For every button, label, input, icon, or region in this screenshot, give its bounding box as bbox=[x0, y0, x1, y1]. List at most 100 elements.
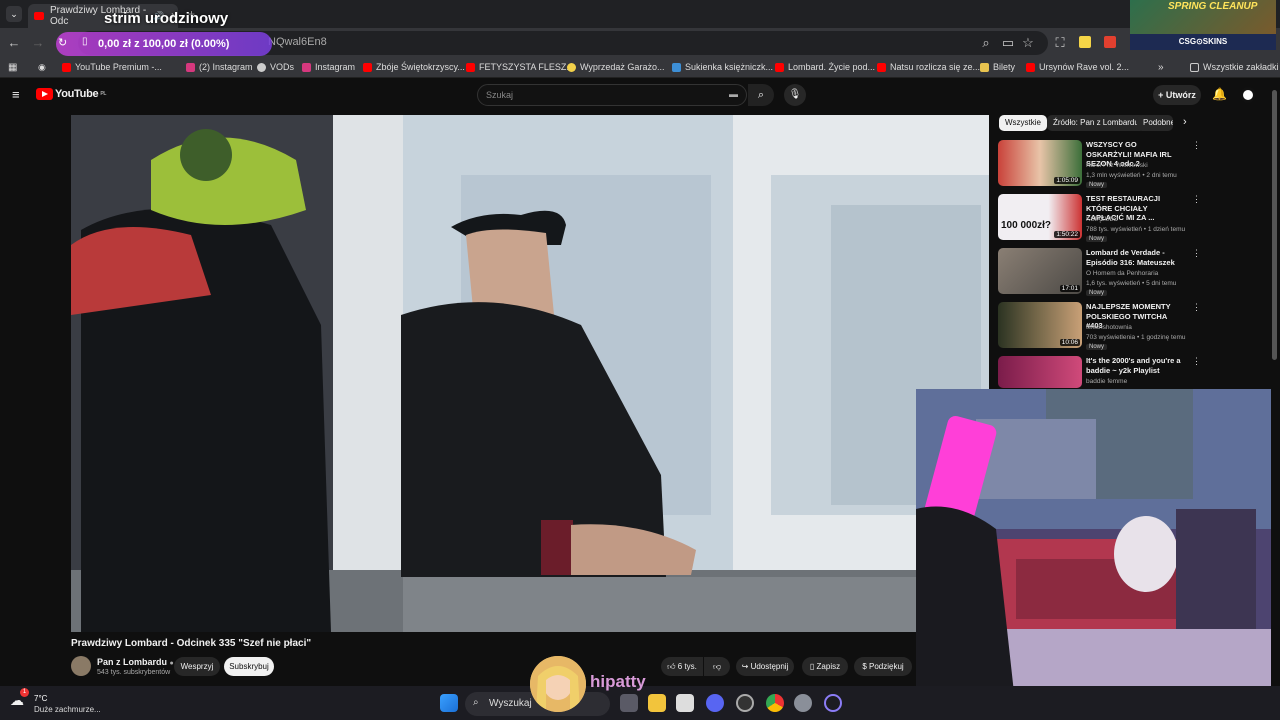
video-duration: 1:05:09 bbox=[1054, 177, 1080, 184]
zoom-icon[interactable]: ⌕ bbox=[978, 35, 994, 51]
globe-icon bbox=[257, 62, 266, 72]
recommendation-channel: O Homem da Penhoraria bbox=[1086, 270, 1159, 277]
keyboard-icon[interactable]: ▬ bbox=[729, 89, 738, 99]
bookmark-item[interactable]: Ursynów Rave vol. 2... bbox=[1026, 62, 1129, 72]
recommendation-item[interactable]: It's the 2000's and you're a baddie ~ y2… bbox=[998, 356, 1201, 388]
youtube-favicon-icon bbox=[34, 12, 44, 20]
search-input[interactable]: Szukaj ▬ bbox=[477, 84, 747, 106]
channel-avatar[interactable] bbox=[71, 656, 91, 676]
menu-icon[interactable]: ≡ bbox=[12, 87, 20, 102]
thumbs-up-icon: 👍︎ bbox=[667, 662, 676, 671]
more-options-icon[interactable]: ⋮ bbox=[1192, 248, 1201, 259]
bookmark-item[interactable]: Lombard. Życie pod... bbox=[775, 62, 875, 72]
youtube-logo[interactable]: YouTube PL bbox=[36, 88, 106, 100]
extension-icon-3[interactable] bbox=[1104, 36, 1116, 48]
more-options-icon[interactable]: ⋮ bbox=[1192, 194, 1201, 205]
discord-icon[interactable] bbox=[706, 694, 724, 712]
more-bookmarks-button[interactable]: » bbox=[1158, 62, 1164, 73]
bookmark-icon-generic[interactable]: ◉ bbox=[38, 62, 46, 73]
youtube-logo-icon bbox=[36, 88, 53, 100]
video-thumbnail: 100 000zł? 1:50:22 bbox=[998, 194, 1082, 240]
webcam-overlay bbox=[916, 389, 1271, 711]
weather-description: Duże zachmurze... bbox=[34, 705, 101, 714]
page-scrollbar[interactable] bbox=[1272, 90, 1277, 360]
weather-widget[interactable]: ☁ 1 bbox=[10, 688, 32, 710]
thumbs-down-icon: 👎︎ bbox=[712, 662, 722, 671]
extension-icon-2[interactable] bbox=[1079, 36, 1091, 48]
bookmark-item[interactable]: (2) Instagram bbox=[186, 62, 253, 72]
bookmark-item[interactable]: Natsu rozlicza się ze... bbox=[877, 62, 980, 72]
youtube-favicon-icon bbox=[363, 62, 372, 72]
back-button[interactable]: ← bbox=[6, 35, 22, 51]
bookmark-item[interactable]: Wyprzedaż Garażo... bbox=[567, 62, 664, 72]
bookmark-item[interactable]: Zbóje Świętokrzyscy... bbox=[363, 62, 465, 72]
share-button[interactable]: ↪ Udostępnij bbox=[736, 657, 794, 676]
bookmark-favicon-icon bbox=[672, 62, 681, 72]
forward-button[interactable]: → bbox=[30, 35, 46, 51]
recommendation-title: Lombard de Verdade - Episódio 316: Mateu… bbox=[1086, 248, 1175, 267]
viewer-name: hipatty bbox=[590, 672, 646, 691]
chip-similar[interactable]: Podobne bbox=[1137, 115, 1173, 131]
share-icon: ↪ bbox=[741, 662, 749, 671]
support-button[interactable]: Wesprzyj bbox=[174, 657, 220, 676]
recommendation-item[interactable]: 1:05:09 WSZYSCY GO OSKARŻYLI! MAFIA IRL … bbox=[998, 140, 1201, 192]
app-icon[interactable] bbox=[736, 694, 754, 712]
more-options-icon[interactable]: ⋮ bbox=[1192, 302, 1201, 313]
reader-icon[interactable]: ▯ bbox=[82, 36, 88, 47]
file-explorer-icon[interactable] bbox=[648, 694, 666, 712]
bookmark-item[interactable]: Bilety bbox=[980, 62, 1015, 72]
recommendation-channel: Karol Friz Wiśniewski bbox=[1086, 162, 1148, 169]
chevron-right-icon[interactable]: › bbox=[1183, 116, 1187, 128]
save-button[interactable]: ▯ Zapisz bbox=[802, 657, 848, 676]
search-icon: ⌕ bbox=[757, 89, 765, 101]
recommendation-item[interactable]: 17:01 Lombard de Verdade - Episódio 316:… bbox=[998, 248, 1201, 300]
extension-icon-1[interactable]: ⛶ bbox=[1052, 35, 1068, 51]
avatar[interactable] bbox=[1240, 87, 1256, 103]
cortana-icon[interactable] bbox=[824, 694, 842, 712]
recommendation-item[interactable]: 10:06 NAJLEPSZE MOMENTY POLSKIEGO TWITCH… bbox=[998, 302, 1201, 354]
apps-icon[interactable]: ▦ bbox=[8, 62, 17, 73]
like-button[interactable]: 👍︎ 6 tys. bbox=[661, 657, 703, 676]
recommendation-meta: 1,6 tys. wyświetleń • 5 dni temu bbox=[1086, 280, 1177, 287]
more-options-icon[interactable]: ⋮ bbox=[1192, 356, 1201, 367]
chip-source[interactable]: Źródło: Pan z Lombardu bbox=[1047, 115, 1145, 131]
cast-icon[interactable]: ▭ bbox=[1000, 35, 1016, 51]
instagram-icon bbox=[186, 62, 195, 72]
bookmark-item[interactable]: Instagram bbox=[302, 62, 355, 72]
new-badge: Nowy bbox=[1086, 182, 1108, 188]
video-player[interactable] bbox=[71, 115, 989, 632]
folder-icon bbox=[1190, 62, 1199, 72]
youtube-header: ≡ YouTube PL Szukaj ▬ ⌕ 🎙 + Utwórz 🔔 bbox=[0, 80, 1280, 110]
thanks-button[interactable]: $ Podziękuj bbox=[854, 657, 912, 676]
chrome-icon[interactable] bbox=[766, 694, 784, 712]
all-bookmarks-button[interactable]: Wszystkie zakładki bbox=[1190, 62, 1279, 72]
logo-text: YouTube bbox=[55, 88, 99, 100]
task-view-icon[interactable] bbox=[620, 694, 638, 712]
tab-list-button[interactable]: ⌄ bbox=[6, 6, 22, 22]
recommendation-meta: 788 tys. wyświetleń • 1 dzień temu bbox=[1086, 226, 1186, 233]
bookmark-star-icon[interactable]: ☆ bbox=[1020, 35, 1036, 51]
bookmark-item[interactable]: Sukienka księżniczk... bbox=[672, 62, 773, 72]
more-options-icon[interactable]: ⋮ bbox=[1192, 140, 1201, 151]
settings-icon[interactable] bbox=[794, 694, 812, 712]
store-icon[interactable] bbox=[676, 694, 694, 712]
subscribe-button[interactable]: Subskrybuj bbox=[224, 657, 274, 676]
bookmark-item[interactable]: FETYSZYSTA FLESZ... bbox=[466, 62, 574, 72]
thumbnail-text: 100 000zł? bbox=[1001, 220, 1052, 231]
bookmark-item[interactable]: YouTube Premium -... bbox=[62, 62, 162, 72]
channel-name[interactable]: Pan z Lombardu ● bbox=[97, 657, 174, 667]
new-badge: Nowy bbox=[1086, 290, 1108, 296]
recommendation-item[interactable]: 100 000zł? 1:50:22 TEST RESTAURACJI KTÓRE… bbox=[998, 194, 1201, 246]
notifications-icon[interactable]: 🔔 bbox=[1212, 87, 1227, 101]
voice-search-button[interactable]: 🎙 bbox=[784, 84, 806, 106]
refresh-icon[interactable]: ↻ bbox=[58, 36, 67, 49]
create-button[interactable]: + Utwórz bbox=[1153, 85, 1201, 105]
address-text: NQwal6En8 bbox=[268, 36, 327, 48]
bookmark-item[interactable]: VODs bbox=[257, 62, 294, 72]
dislike-button[interactable]: 👎︎ bbox=[704, 657, 730, 676]
chip-all[interactable]: Wszystkie bbox=[999, 115, 1047, 131]
start-button[interactable] bbox=[440, 694, 458, 712]
video-thumbnail: 1:05:09 bbox=[998, 140, 1082, 186]
bookmark-favicon-icon bbox=[567, 62, 576, 72]
search-button[interactable]: ⌕ bbox=[748, 84, 774, 106]
